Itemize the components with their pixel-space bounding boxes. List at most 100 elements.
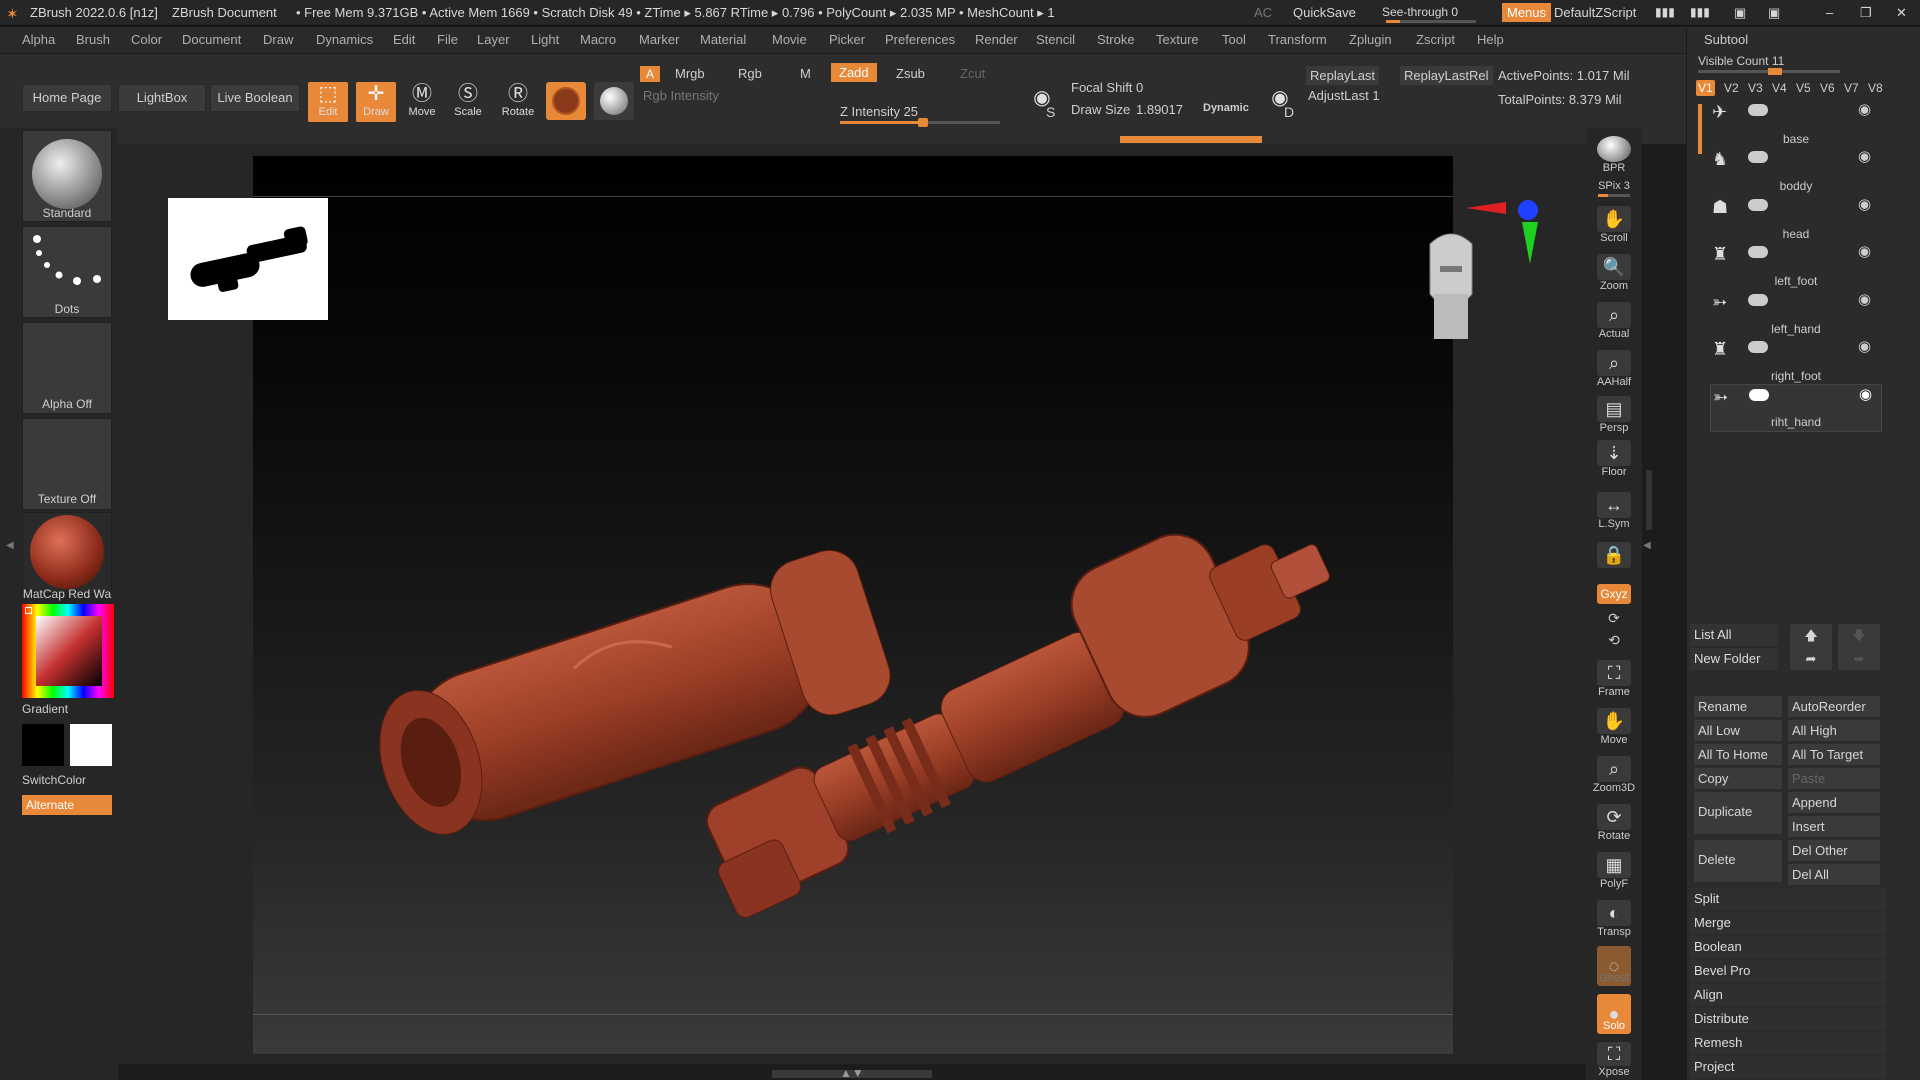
rename-button[interactable]: Rename — [1694, 696, 1782, 717]
lightbox-button[interactable]: LightBox — [118, 84, 206, 112]
all-high-button[interactable]: All High — [1788, 720, 1880, 741]
version-tab-v1[interactable]: V1 — [1696, 80, 1715, 96]
new-folder-button[interactable]: New Folder — [1690, 648, 1778, 670]
menu-marker[interactable]: Marker — [639, 32, 679, 47]
scroll-button[interactable]: ✋ Scroll — [1590, 206, 1638, 244]
rgb-intensity-slider[interactable]: Rgb Intensity — [643, 88, 719, 103]
secondary-color-swatch[interactable] — [70, 724, 112, 766]
layout-icon[interactable]: ▮▮▮ — [1655, 5, 1675, 19]
zadd-button[interactable]: Zadd — [831, 63, 877, 82]
subtool-item-base[interactable]: ✈ ◉ base — [1712, 100, 1880, 146]
robot-arm-model[interactable] — [253, 156, 1453, 1054]
base-toggle[interactable] — [1748, 104, 1768, 116]
boddy-toggle[interactable] — [1748, 151, 1768, 163]
floor-button[interactable]: ⇣ Floor — [1590, 440, 1638, 478]
right-foot-toggle[interactable] — [1748, 341, 1768, 353]
rotate-z-button[interactable]: ⟲ — [1590, 632, 1638, 649]
z-intensity-knob[interactable] — [918, 118, 928, 127]
menu-layer[interactable]: Layer — [477, 32, 510, 47]
menu-macro[interactable]: Macro — [580, 32, 616, 47]
frame-button[interactable]: ⛶ Frame — [1590, 660, 1638, 698]
distribute-section[interactable]: Distribute — [1690, 1008, 1886, 1030]
gradient-label[interactable]: Gradient — [22, 702, 68, 716]
menus-button[interactable]: Menus — [1502, 3, 1552, 22]
subtool-item-left-hand[interactable]: ➳ ◉ left_hand — [1712, 290, 1880, 336]
scale-button[interactable]: Ⓢ Scale — [448, 82, 488, 122]
xpose-button[interactable]: ⛶ Xpose — [1590, 1042, 1638, 1078]
navigator-thumbnail[interactable] — [168, 198, 328, 320]
left-hand-toggle[interactable] — [1748, 294, 1768, 306]
bevel-pro-section[interactable]: Bevel Pro — [1690, 960, 1886, 982]
move-view-button[interactable]: ✋ Move — [1590, 708, 1638, 746]
lock-button[interactable]: 🔒 — [1590, 542, 1638, 568]
project-section[interactable]: Project — [1690, 1056, 1886, 1078]
visible-count-slider[interactable]: Visible Count 11 — [1698, 54, 1784, 68]
align-section[interactable]: Align — [1690, 984, 1886, 1006]
live-boolean-button[interactable]: Live Boolean — [210, 84, 300, 112]
menu-dynamics[interactable]: Dynamics — [316, 32, 373, 47]
paste-button[interactable]: Paste — [1788, 768, 1880, 789]
left-foot-eye-icon[interactable]: ◉ — [1858, 242, 1871, 260]
head-eye-icon[interactable]: ◉ — [1858, 195, 1871, 213]
persp-button[interactable]: ▤ Persp — [1590, 396, 1638, 434]
subtool-item-head[interactable]: ☗ ◉ head — [1712, 195, 1880, 241]
menu-render[interactable]: Render — [975, 32, 1018, 47]
append-button[interactable]: Append — [1788, 792, 1880, 813]
move-button[interactable]: Ⓜ Move — [402, 82, 442, 122]
main-color-swatch[interactable] — [22, 724, 64, 766]
home-page-button[interactable]: Home Page — [22, 84, 112, 112]
boddy-eye-icon[interactable]: ◉ — [1858, 147, 1871, 165]
zsub-button[interactable]: Zsub — [896, 66, 925, 81]
folder-arrow2-icon[interactable]: ➥ — [1838, 648, 1880, 670]
minimize-icon[interactable]: ‒ — [1826, 5, 1833, 20]
menu-document[interactable]: Document — [182, 32, 241, 47]
left-foot-toggle[interactable] — [1748, 246, 1768, 258]
all-low-button[interactable]: All Low — [1694, 720, 1782, 741]
color-picker[interactable] — [22, 604, 114, 698]
all-to-target-button[interactable]: All To Target — [1788, 744, 1880, 765]
list-all-button[interactable]: List All — [1690, 624, 1778, 646]
a-button[interactable]: A — [640, 66, 661, 82]
menu-color[interactable]: Color — [131, 32, 162, 47]
subtool-item-left-foot[interactable]: ♜ ◉ left_foot — [1712, 242, 1880, 288]
boolean-section[interactable]: Boolean — [1690, 936, 1886, 958]
ghost-button[interactable]: ◌ Ghost — [1590, 946, 1638, 998]
default-zscript-button[interactable]: DefaultZScript — [1554, 5, 1636, 20]
rgb-button[interactable]: Rgb — [738, 66, 762, 81]
window2-icon[interactable]: ▣ — [1768, 5, 1780, 21]
menu-help[interactable]: Help — [1477, 32, 1504, 47]
left-collapse-icon[interactable]: ◀ — [6, 540, 14, 551]
head-toggle[interactable] — [1748, 199, 1768, 211]
window-icon[interactable]: ▣ — [1734, 5, 1746, 21]
subtool-item-right-foot[interactable]: ♜ ◉ right_foot — [1712, 337, 1880, 383]
gxyz-button[interactable]: Gxyz — [1590, 584, 1638, 604]
subtool-title[interactable]: Subtool — [1704, 32, 1748, 47]
menu-material[interactable]: Material — [700, 32, 746, 47]
menu-tool[interactable]: Tool — [1222, 32, 1246, 47]
polyf-button[interactable]: ▦ PolyF — [1590, 852, 1638, 890]
adjust-last-slider[interactable]: AdjustLast 1 — [1308, 88, 1380, 103]
see-through-slider[interactable]: See-through 0 — [1382, 5, 1458, 19]
bpr-button[interactable]: BPR — [1590, 136, 1638, 174]
material-thumbnail[interactable] — [22, 512, 112, 594]
draw-button[interactable]: ✛ Draw — [356, 82, 396, 122]
see-through-track[interactable] — [1386, 20, 1476, 23]
riht-hand-toggle[interactable] — [1749, 389, 1769, 401]
left-hand-eye-icon[interactable]: ◉ — [1858, 290, 1871, 308]
switch-color-button[interactable]: SwitchColor — [22, 773, 86, 787]
menu-picker[interactable]: Picker — [829, 32, 865, 47]
version-tab-v3[interactable]: V3 — [1748, 81, 1763, 95]
base-eye-icon[interactable]: ◉ — [1858, 100, 1871, 118]
alternate-button[interactable]: Alternate — [22, 795, 112, 815]
z-intensity-slider[interactable]: Z Intensity 25 — [840, 104, 918, 119]
layout2-icon[interactable]: ▮▮▮ — [1690, 5, 1710, 19]
autoreorder-button[interactable]: AutoReorder — [1788, 696, 1880, 717]
material-swatch-button[interactable] — [546, 82, 586, 120]
restore-icon[interactable]: ❐ — [1860, 5, 1872, 21]
s-draw-mode-button[interactable]: ◉ — [1022, 86, 1062, 122]
riht-hand-eye-icon[interactable]: ◉ — [1859, 385, 1872, 403]
z-intensity-track[interactable] — [840, 118, 1000, 127]
menu-alpha[interactable]: Alpha — [22, 32, 55, 47]
solo-button[interactable]: ● Solo — [1590, 994, 1638, 1046]
rotate-view-button[interactable]: ⟳ Rotate — [1590, 804, 1638, 842]
